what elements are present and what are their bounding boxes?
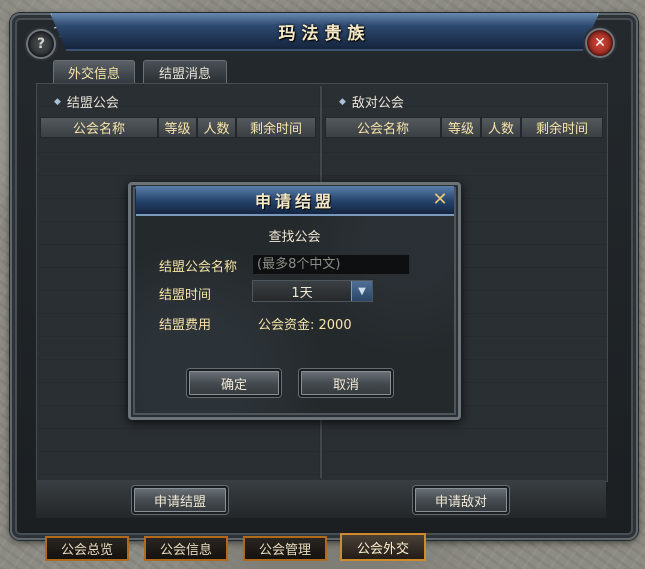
bottom-tab-guild-diplomacy[interactable]: 公会外交 [340, 533, 426, 561]
tab-alliance-messages[interactable]: 结盟消息 [143, 60, 227, 83]
close-button[interactable]: ✕ [585, 28, 615, 58]
help-button[interactable]: ? [26, 29, 56, 59]
dialog-close-button[interactable]: ✕ [430, 188, 450, 210]
close-x-icon: ✕ [594, 35, 606, 51]
dialog-title: 申请结盟 [254, 192, 335, 211]
bottom-tab-guild-info[interactable]: 公会信息 [144, 536, 228, 561]
dialog-title-bar: 申请结盟 [136, 186, 454, 216]
bottom-tab-guild-overview[interactable]: 公会总览 [45, 536, 129, 561]
diamond-bullet-icon: ◆ [339, 96, 346, 107]
allied-col-members[interactable]: 人数 [197, 117, 236, 138]
duration-selected-value: 1天 [291, 285, 313, 301]
alliance-fee-label: 结盟费用 [159, 318, 212, 333]
allied-guilds-title-text: 结盟公会 [66, 96, 119, 111]
apply-alliance-button[interactable]: 申请结盟 [132, 486, 228, 514]
allied-col-time-left[interactable]: 剩余时间 [236, 117, 316, 138]
alliance-duration-select[interactable]: 1天 ▼ [252, 280, 373, 302]
alliance-fee-value: 公会资金: 2000 [258, 318, 352, 333]
enemy-col-level[interactable]: 等级 [441, 117, 481, 138]
question-mark-icon: ? [36, 36, 46, 52]
diamond-bullet-icon: ◆ [54, 96, 61, 107]
bottom-tab-guild-management[interactable]: 公会管理 [243, 536, 327, 561]
action-bar [36, 480, 606, 518]
enemy-col-time-left[interactable]: 剩余时间 [521, 117, 603, 138]
cancel-button[interactable]: 取消 [299, 369, 393, 397]
apply-hostility-button[interactable]: 申请敌对 [413, 486, 509, 514]
tab-diplomacy-info[interactable]: 外交信息 [53, 60, 135, 83]
find-guild-heading: 查找公会 [268, 230, 321, 245]
close-x-icon: ✕ [432, 188, 448, 210]
guild-name-label: 结盟公会名称 [159, 260, 238, 275]
window-title: 玛法贵族 [278, 23, 371, 44]
enemy-guilds-section-title: ◆ 敌对公会 [339, 92, 404, 111]
enemy-col-guild-name[interactable]: 公会名称 [325, 117, 441, 138]
confirm-button[interactable]: 确定 [187, 369, 281, 397]
guild-name-input[interactable] [252, 254, 410, 275]
title-bar: 玛法贵族 [50, 13, 599, 51]
allied-col-level[interactable]: 等级 [158, 117, 197, 138]
enemy-col-members[interactable]: 人数 [481, 117, 521, 138]
alliance-duration-label: 结盟时间 [159, 288, 212, 303]
chevron-down-icon[interactable]: ▼ [351, 281, 372, 301]
enemy-guilds-title-text: 敌对公会 [351, 96, 404, 111]
allied-col-guild-name[interactable]: 公会名称 [40, 117, 158, 138]
allied-guilds-section-title: ◆ 结盟公会 [54, 92, 119, 111]
